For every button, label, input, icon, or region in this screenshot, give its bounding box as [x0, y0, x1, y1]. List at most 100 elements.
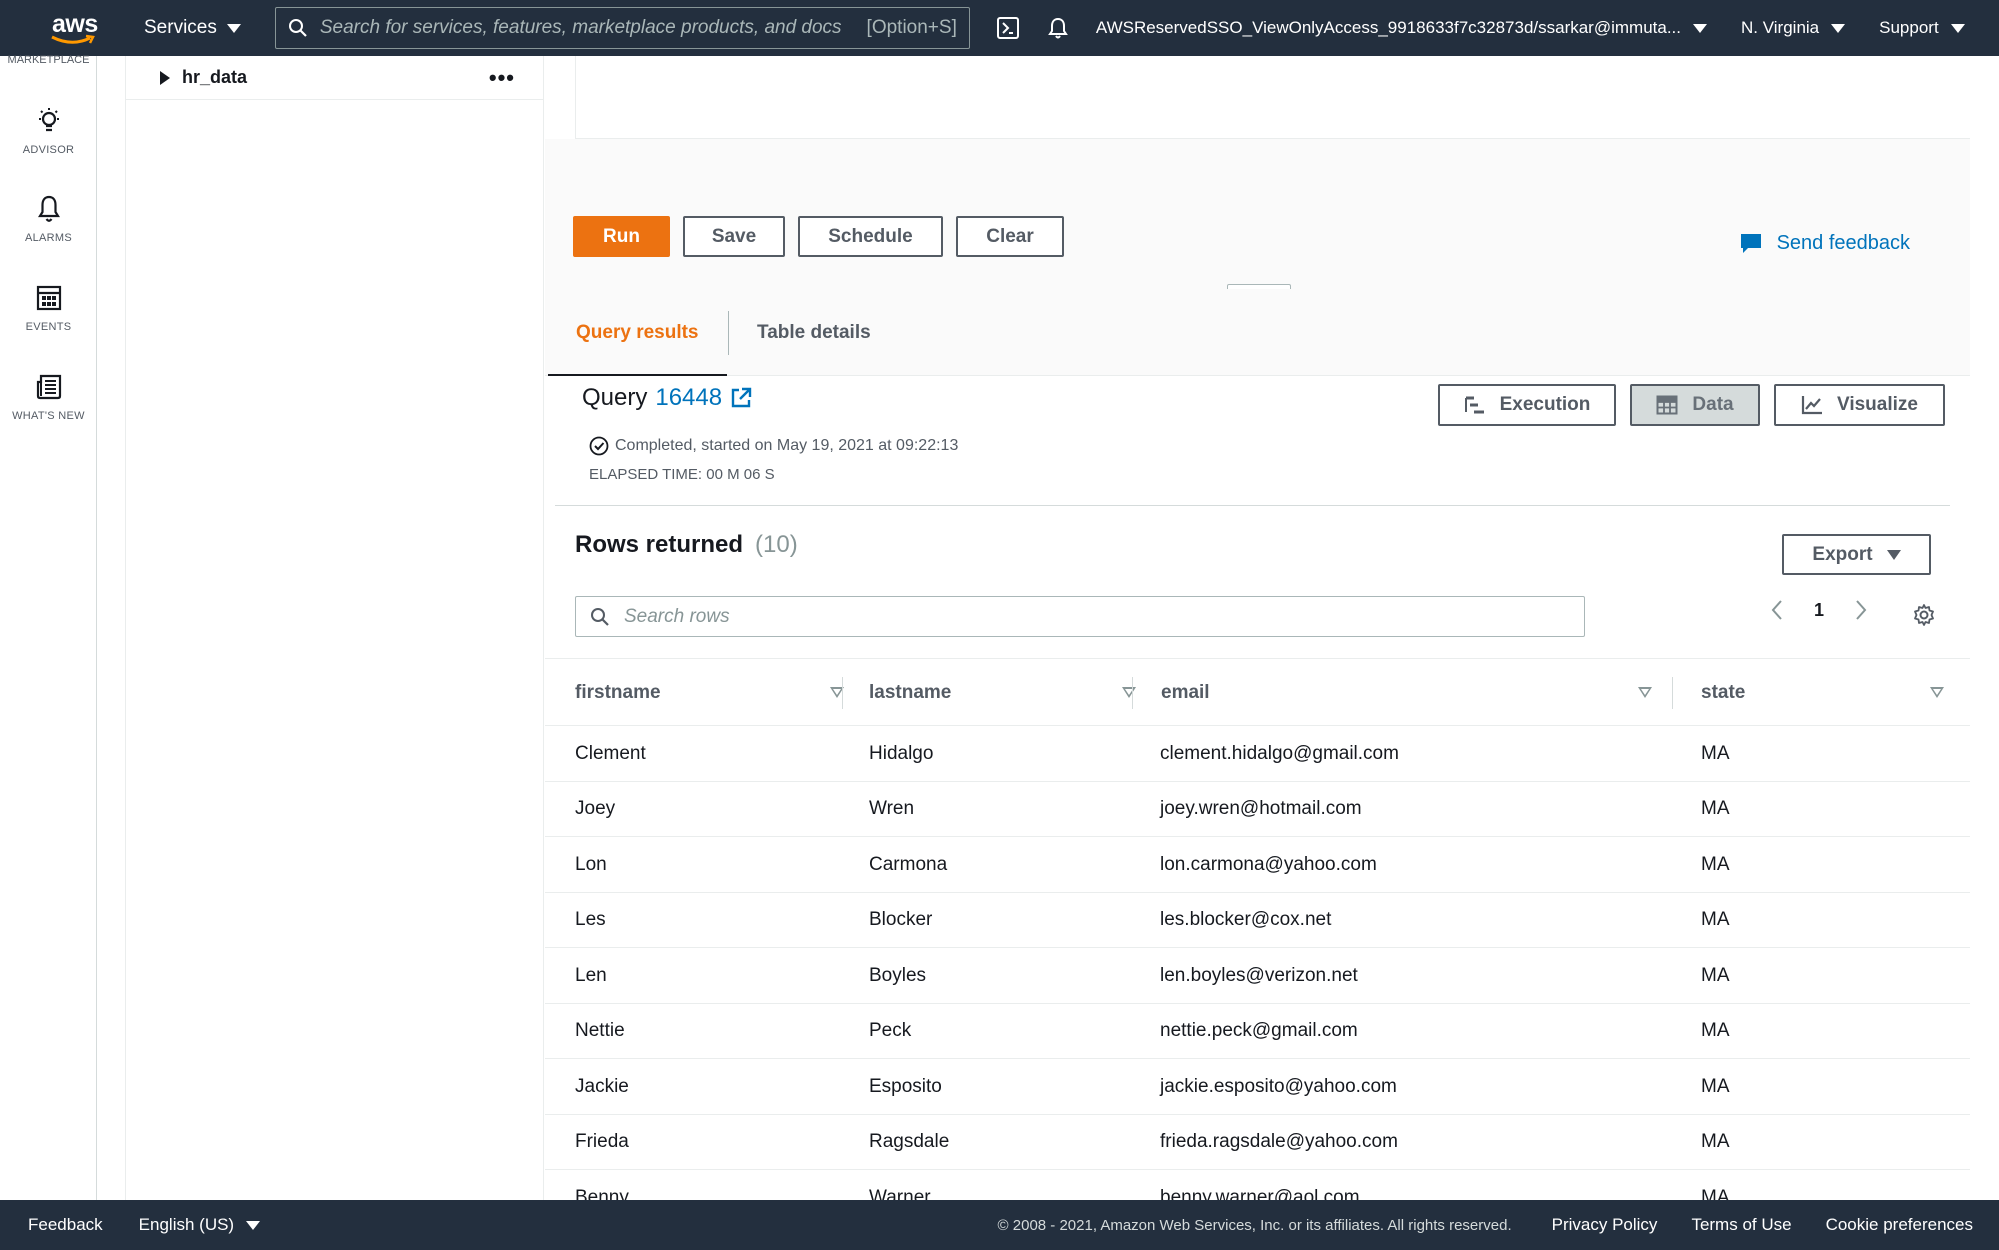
search-rows-input[interactable]: Search rows — [575, 596, 1585, 637]
cell-state: MA — [1701, 798, 1730, 819]
cell-state: MA — [1701, 853, 1730, 875]
data-view-button[interactable]: Data — [1630, 384, 1760, 426]
line-chart-icon — [1801, 396, 1822, 415]
footer-feedback-link[interactable]: Feedback — [28, 1215, 103, 1235]
success-check-icon — [589, 436, 609, 456]
table-row[interactable]: Len Boyles len.boyles@verizon.net MA — [545, 948, 1970, 1004]
aws-logo[interactable]: aws — [38, 0, 110, 56]
query-info: Query 16448 Completed, started on May 19… — [545, 376, 1970, 506]
cell-lastname: Carmona — [869, 853, 948, 875]
region-menu[interactable]: N. Virginia — [1741, 18, 1846, 38]
tab-divider — [728, 311, 729, 355]
pagination: 1 — [1770, 599, 1868, 621]
sort-icon[interactable] — [1122, 687, 1136, 698]
tree-item-hr-data[interactable]: hr_data ••• — [126, 56, 543, 100]
tab-query-results[interactable]: Query results — [548, 289, 726, 377]
support-menu[interactable]: Support — [1879, 18, 1965, 38]
column-divider[interactable] — [1132, 677, 1133, 709]
schedule-button[interactable]: Schedule — [798, 216, 943, 257]
column-label: firstname — [575, 682, 661, 703]
global-search-input[interactable]: Search for services, features, marketpla… — [274, 7, 970, 49]
table-row[interactable]: Nettie Peck nettie.peck@gmail.com MA — [545, 1004, 1970, 1059]
tab-table-details[interactable]: Table details — [757, 289, 871, 376]
visualize-view-button[interactable]: Visualize — [1774, 384, 1945, 426]
cell-email: clement.hidalgo@gmail.com — [1160, 742, 1399, 764]
cell-firstname: Joey — [575, 798, 616, 819]
query-title: Query 16448 — [582, 384, 752, 412]
rail-item-marketplace[interactable]: MARKETPLACE — [0, 54, 97, 66]
rail-item-alarms[interactable]: ALARMS — [0, 192, 97, 244]
table-row[interactable]: Frieda Ragsdale frieda.ragsdale@yahoo.com M… — [545, 1115, 1970, 1170]
results-tabs: Query results Table details — [545, 289, 1970, 377]
query-label: Query — [582, 384, 648, 411]
elapsed-time: ELAPSED TIME: 00 m 06 s — [589, 466, 775, 483]
query-editor-main: Run Save Schedule Clear Send feedback Qu… — [545, 56, 1970, 1250]
sort-icon[interactable] — [1930, 687, 1944, 698]
column-divider[interactable] — [1672, 677, 1673, 709]
calendar-icon — [36, 285, 61, 311]
global-search-placeholder: Search for services, features, marketpla… — [319, 17, 842, 38]
terms-of-use-link[interactable]: Terms of Use — [1691, 1215, 1791, 1235]
cell-state: MA — [1701, 1131, 1730, 1152]
clear-button[interactable]: Clear — [956, 216, 1064, 257]
chevron-down-icon — [1831, 23, 1846, 33]
cell-lastname: Boyles — [869, 964, 927, 986]
table-row[interactable]: Lon Carmona lon.carmona@yahoo.com MA — [545, 837, 1970, 893]
table-grid-icon — [1656, 395, 1678, 415]
search-icon — [591, 607, 609, 626]
rows-returned-title: Rows returned — [575, 531, 744, 558]
data-label: Data — [1692, 394, 1734, 415]
database-tree-panel: hr_data ••• — [125, 56, 544, 1200]
current-page[interactable]: 1 — [1814, 600, 1824, 621]
editor-toolbar: Run Save Schedule Clear Send feedback — [545, 139, 1970, 298]
column-divider[interactable] — [842, 677, 843, 709]
table-row[interactable]: Clement Hidalgo clement.hidalgo@gmail.com M… — [545, 726, 1970, 782]
send-feedback-link[interactable]: Send feedback — [1739, 231, 1910, 255]
more-actions-icon[interactable]: ••• — [489, 66, 515, 88]
column-header-lastname[interactable]: lastname — [869, 659, 1136, 727]
column-header-email[interactable]: email — [1161, 659, 1652, 727]
cookie-preferences-link[interactable]: Cookie preferences — [1826, 1215, 1973, 1235]
save-button[interactable]: Save — [683, 216, 785, 257]
bell-icon — [1047, 17, 1068, 39]
cell-state: MA — [1701, 1020, 1730, 1041]
cell-state: MA — [1701, 742, 1730, 764]
table-row[interactable]: Les Blocker les.blocker@cox.net MA — [545, 893, 1970, 948]
rail-item-events[interactable]: EVENTS — [0, 281, 97, 333]
rail-label: ALARMS — [24, 232, 73, 244]
column-label: lastname — [869, 682, 952, 703]
rail-label: ADVISOR — [22, 144, 75, 156]
table-preferences-button[interactable] — [1912, 603, 1936, 632]
cell-lastname: Esposito — [869, 1075, 942, 1097]
execution-view-button[interactable]: Execution — [1438, 384, 1616, 426]
services-label: Services — [144, 17, 217, 38]
column-header-firstname[interactable]: firstname — [575, 659, 844, 727]
cell-email: les.blocker@cox.net — [1160, 909, 1332, 930]
external-link-icon[interactable] — [730, 387, 752, 409]
rail-item-whats-new[interactable]: WHAT'S NEW — [0, 370, 97, 422]
query-id-link[interactable]: 16448 — [655, 384, 722, 412]
run-button[interactable]: Run — [573, 216, 670, 257]
sort-icon[interactable] — [1638, 687, 1652, 698]
export-button[interactable]: Export — [1782, 534, 1931, 575]
caret-right-icon[interactable] — [160, 70, 170, 85]
chevron-left-icon[interactable] — [1770, 599, 1784, 621]
column-header-state[interactable]: state — [1701, 659, 1944, 727]
language-selector[interactable]: English (US) — [139, 1215, 261, 1235]
sql-editor[interactable] — [575, 56, 1970, 139]
chevron-right-icon[interactable] — [1854, 599, 1868, 621]
rail-label: WHAT'S NEW — [12, 410, 85, 422]
table-row[interactable]: Jackie Esposito jackie.esposito@yahoo.com M… — [545, 1059, 1970, 1115]
rail-item-advisor[interactable]: ADVISOR — [0, 104, 97, 156]
account-menu[interactable]: AWSReservedSSO_ViewOnlyAccess_9918633f7c… — [1096, 18, 1708, 38]
cell-email: jackie.esposito@yahoo.com — [1160, 1075, 1397, 1097]
visualize-label: Visualize — [1837, 394, 1918, 415]
privacy-policy-link[interactable]: Privacy Policy — [1552, 1215, 1658, 1235]
cloudshell-button[interactable] — [996, 16, 1020, 40]
cell-state: MA — [1701, 909, 1730, 930]
cell-lastname: Blocker — [869, 909, 933, 930]
services-menu[interactable]: Services — [144, 17, 241, 39]
rows-returned-count: (10) — [755, 531, 798, 558]
table-row[interactable]: Joey Wren joey.wren@hotmail.com MA — [545, 782, 1970, 837]
notifications-button[interactable] — [1046, 16, 1070, 40]
